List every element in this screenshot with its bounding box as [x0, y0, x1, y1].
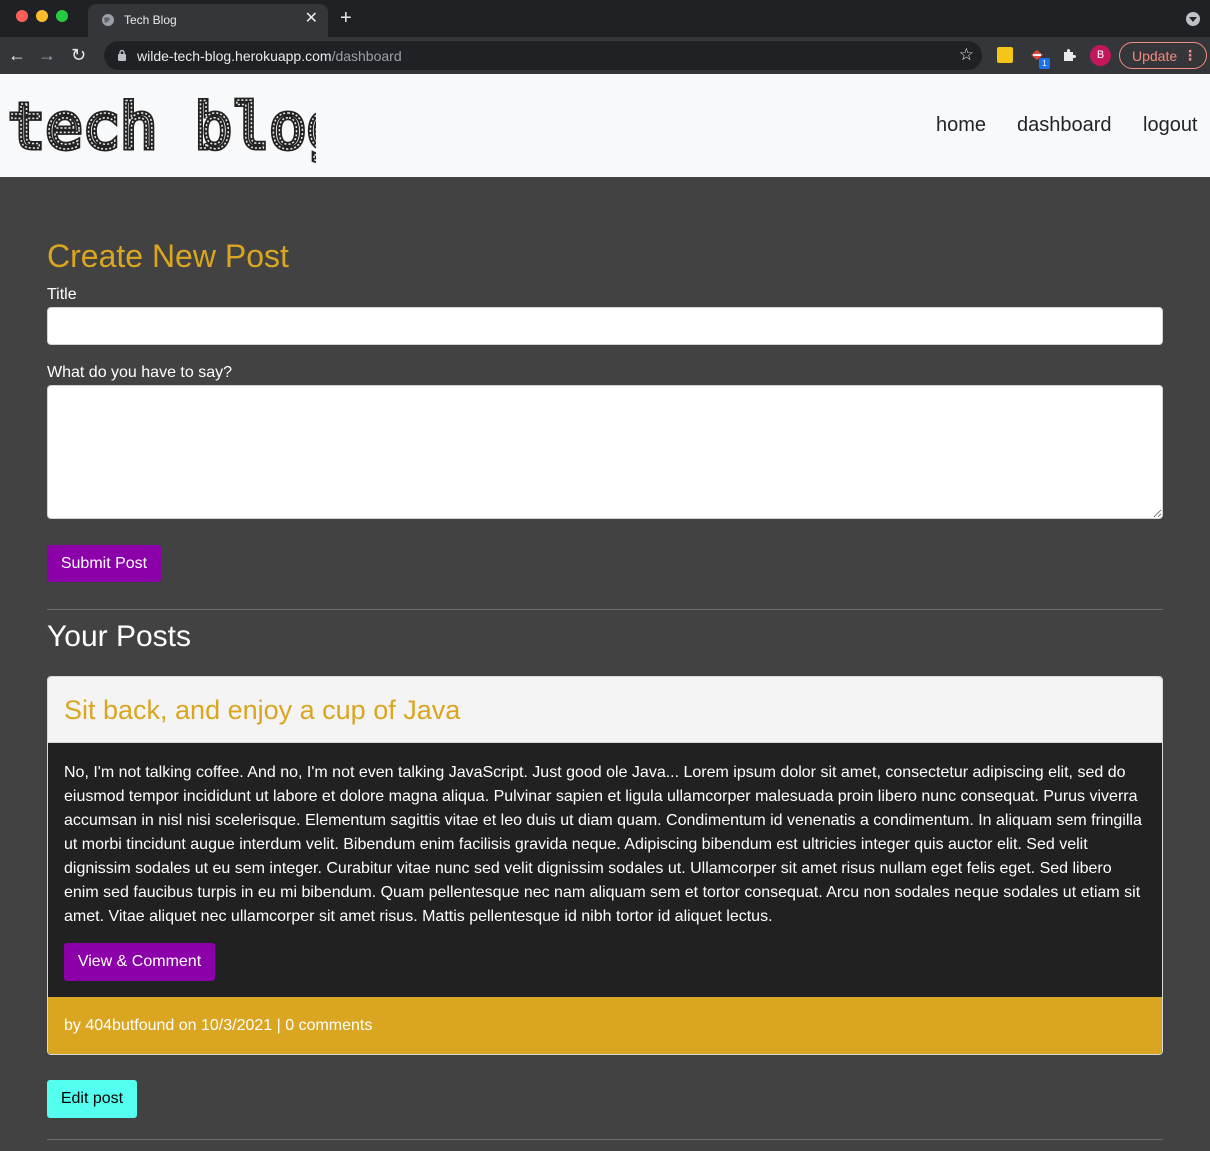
tab-close-button[interactable]: ✕: [305, 10, 318, 28]
address-bar[interactable]: wilde-tech-blog.herokuapp.com/dashboard …: [104, 41, 982, 70]
divider: [47, 609, 1163, 610]
globe-icon: [102, 14, 114, 26]
browser-tab-bar: Tech Blog ✕ +: [0, 0, 1210, 37]
view-comment-button[interactable]: View & Comment: [64, 943, 215, 981]
your-posts-heading: Your Posts: [47, 620, 191, 653]
window-close-button[interactable]: [16, 10, 28, 22]
body-textarea[interactable]: [47, 385, 1163, 519]
url-host: wilde-tech-blog.herokuapp.com: [137, 48, 332, 64]
extension-badge: 1: [1039, 58, 1050, 69]
post-title[interactable]: Sit back, and enjoy a cup of Java: [64, 695, 460, 726]
site-logo[interactable]: tech blog tech blog: [6, 86, 316, 166]
url-text: wilde-tech-blog.herokuapp.com/dashboard: [137, 48, 402, 64]
window-maximize-button[interactable]: [56, 10, 68, 22]
submit-post-button[interactable]: Submit Post: [47, 545, 161, 582]
lock-icon: [118, 49, 126, 61]
create-post-heading: Create New Post: [47, 238, 289, 274]
url-path: /dashboard: [331, 48, 402, 64]
profile-avatar[interactable]: B: [1090, 45, 1111, 66]
extension-yellow-icon[interactable]: [997, 47, 1013, 63]
nav-dashboard[interactable]: dashboard: [1017, 114, 1112, 137]
site-header: tech blog tech blog home dashboard logou…: [0, 74, 1210, 177]
nav-logout[interactable]: logout: [1143, 114, 1198, 137]
post-meta: by 404butfound on 10/3/2021 | 0 comments: [64, 1017, 373, 1034]
logo-text-inner: tech blog: [8, 90, 316, 163]
body-label: What do you have to say?: [47, 364, 232, 381]
browser-toolbar: ← → ↻ wilde-tech-blog.herokuapp.com/dash…: [0, 37, 1210, 74]
post-card: Sit back, and enjoy a cup of Java No, I'…: [47, 676, 1163, 1055]
edit-post-button[interactable]: Edit post: [47, 1080, 137, 1118]
post-card-footer: by 404butfound on 10/3/2021 | 0 comments: [48, 997, 1162, 1054]
window-minimize-button[interactable]: [36, 10, 48, 22]
tab-title: Tech Blog: [124, 13, 177, 27]
puzzle-icon[interactable]: [1061, 47, 1077, 63]
post-card-header: Sit back, and enjoy a cup of Java: [48, 677, 1162, 743]
title-label: Title: [47, 286, 77, 303]
post-body: No, I'm not talking coffee. And no, I'm …: [64, 764, 1142, 925]
tab-search-button[interactable]: [1186, 12, 1200, 26]
back-arrow-icon[interactable]: ←: [8, 45, 26, 65]
more-menu-icon[interactable]: ⋮: [1183, 47, 1197, 64]
reload-icon[interactable]: ↻: [71, 45, 86, 65]
update-button[interactable]: Update ⋮: [1119, 42, 1207, 69]
star-icon[interactable]: ☆: [959, 45, 974, 65]
title-input[interactable]: [47, 307, 1163, 345]
forward-arrow-icon[interactable]: →: [38, 45, 56, 65]
update-label: Update: [1132, 48, 1178, 64]
new-tab-button[interactable]: +: [340, 6, 352, 30]
nav-home[interactable]: home: [936, 114, 986, 137]
divider: [47, 1139, 1163, 1140]
browser-tab[interactable]: Tech Blog ✕: [88, 4, 328, 37]
